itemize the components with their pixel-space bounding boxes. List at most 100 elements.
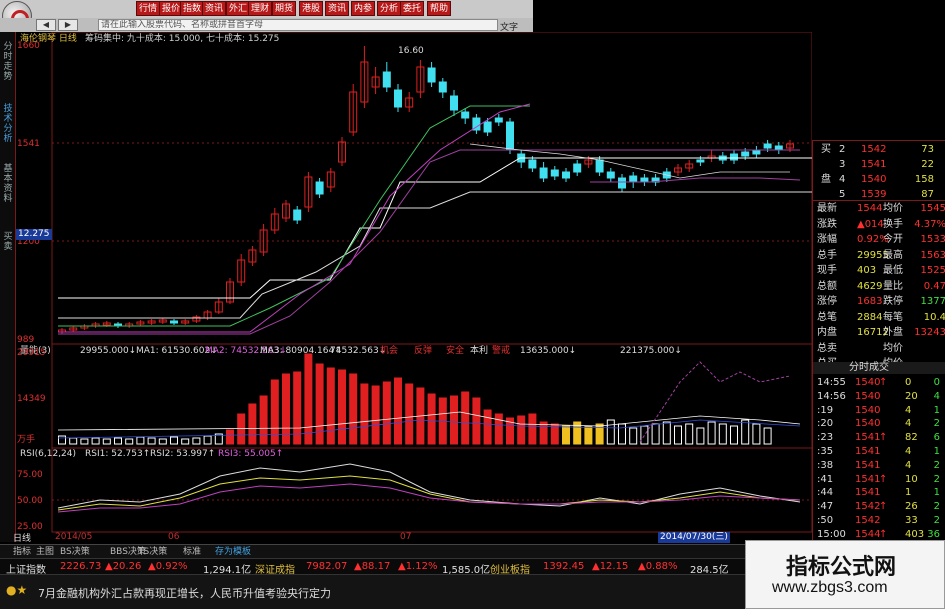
bid-row[interactable]: 买 2 1542 73 — [813, 144, 945, 156]
quote-stat-value: 1545 — [920, 203, 945, 214]
date-box: 2014/07/30(三) — [658, 532, 730, 543]
volume-bar — [595, 423, 604, 445]
rsi-legend-item: RSI(6,12,24) — [20, 449, 76, 459]
rsi-panel-frame — [51, 447, 812, 533]
bid-row[interactable]: 3 1541 22 — [813, 159, 945, 171]
chart-area[interactable]: 海伦钢琴 日线 筹码集中: 九十成本: 15.000, 七十成本: 15.275… — [0, 32, 812, 544]
tick-volume: 4 — [905, 446, 912, 457]
tick-count: 1 — [933, 446, 940, 457]
quote-stat-key: 总手 — [817, 249, 837, 261]
volume-bar — [483, 409, 492, 445]
candle-body — [461, 111, 470, 119]
candle-body — [293, 209, 302, 221]
back-icon[interactable]: ◀ — [36, 19, 56, 31]
toolbar-button[interactable]: 指数 — [180, 1, 205, 16]
toolbar-button[interactable]: 帮助 — [427, 1, 452, 16]
toolbar-button[interactable]: 委托 — [400, 1, 425, 16]
volume-bar — [651, 423, 660, 445]
quote-stat-key: 量比 — [883, 280, 903, 292]
sh-index-pct: ▲0.92% — [148, 561, 188, 572]
watermark-title: 指标公式网 — [786, 555, 897, 580]
divider — [812, 140, 945, 141]
quote-stat-value: 13243 — [914, 327, 945, 338]
volume-bar — [494, 413, 503, 445]
tick-count: 1 — [933, 487, 940, 499]
sz-index-value: 7982.07 — [306, 561, 348, 572]
tick-price: 1542 — [855, 501, 881, 513]
tick-price: 1541 — [855, 473, 881, 485]
quote-stat-row: 涨停 1683 跌停 1377 — [813, 296, 945, 308]
toolbar-button[interactable]: 资讯 — [202, 1, 227, 16]
volume-bar — [752, 423, 761, 445]
volume-bar — [125, 438, 134, 445]
volume-bar — [528, 413, 537, 445]
candle-body — [539, 167, 548, 179]
toolbar-button[interactable]: 外汇 — [226, 1, 251, 16]
kline-chart[interactable] — [0, 32, 812, 544]
volume-bar — [696, 427, 705, 445]
search-input[interactable]: 请在此输入股票代码、名称或拼音首字母 — [98, 19, 498, 31]
quote-stat-key: 现手 — [817, 265, 837, 276]
volume-bar — [80, 438, 89, 445]
bottom-tab[interactable]: 日线 — [10, 533, 34, 546]
bid-level: 4 — [839, 174, 846, 185]
quote-stat-key: 涨停 — [817, 296, 837, 307]
cy-index-change: ▲12.15 — [592, 561, 629, 572]
sz-index-pct: ▲1.12% — [398, 561, 438, 572]
news-headline[interactable]: 7月金融机构外汇占款再现正增长，人民币升值考验央行定力 — [38, 585, 331, 601]
support-line — [58, 191, 812, 319]
candle-body — [394, 89, 402, 108]
candle-body — [752, 149, 761, 155]
tick-count: 2 — [933, 515, 940, 526]
quote-stat-key: 最低 — [883, 265, 903, 276]
volume-bar — [606, 419, 615, 445]
quote-stat-key: 均价 — [883, 342, 903, 354]
candle-body — [730, 153, 738, 161]
tick-volume: 10 — [905, 473, 918, 485]
quote-stat-value: 4.37% — [914, 218, 945, 230]
quote-panel: 买 2 1542 73 3 1541 22 盘 4 1540 158 5 1539 87 最新 1544 均价 1… — [812, 140, 945, 545]
tick-time: :38 — [817, 459, 834, 471]
bid-row[interactable]: 盘 4 1540 158 — [813, 174, 945, 186]
forward-icon[interactable]: ▶ — [58, 19, 78, 31]
volume-bar — [349, 373, 358, 445]
tick-volume: 26 — [905, 501, 918, 513]
tick-price: 1540 — [855, 418, 881, 430]
tick-price: 1540 — [855, 404, 881, 416]
candle-body — [494, 117, 503, 123]
tick-count: 2 — [933, 473, 940, 485]
volume-bar — [192, 437, 201, 445]
toolbar-button[interactable]: 分析 — [377, 1, 402, 16]
volume-bar — [114, 437, 122, 445]
volume-bar — [58, 435, 66, 445]
search-bar: ◀ ▶ 请在此输入股票代码、名称或拼音首字母 文字 — [0, 18, 533, 33]
price-marker: 12.275 — [16, 229, 52, 240]
toolbar-button[interactable]: 行情 — [136, 1, 161, 16]
volume-bar — [685, 423, 694, 445]
toolbar-button[interactable]: 资讯 — [325, 1, 350, 16]
quote-stat-key: 内盘 — [817, 327, 837, 338]
tick-volume: 403 — [905, 528, 925, 540]
volume-bar — [394, 377, 402, 445]
tick-volume: 4 — [905, 418, 912, 430]
tick-price: 1541 — [855, 459, 881, 471]
toolbar-button[interactable]: 港股 — [299, 1, 324, 16]
tick-price: 1540 — [855, 390, 881, 402]
volume-bar — [136, 436, 145, 445]
quote-stat-row: 涨跌 ▲014 换手 4.37% — [813, 219, 945, 231]
quote-stat-value: 1533 — [920, 234, 945, 245]
volume-bar — [382, 381, 391, 445]
toolbar-button[interactable]: 理财 — [248, 1, 273, 16]
quote-stat-row: 现手 403 最低 1525 — [813, 265, 945, 277]
quote-stat-row: 涨幅 0.92% 今开 1533 — [813, 234, 945, 246]
main-toolbar: 行情 报价 指数 资讯 外汇 理财 期货 港股 资讯 内参 分析 委托 帮助 — [0, 0, 533, 31]
toolbar-button[interactable]: 内参 — [351, 1, 376, 16]
volume-bar — [707, 421, 716, 445]
volume-bar — [371, 385, 380, 445]
candle-body — [506, 121, 514, 151]
volume-legend-item: 警戒 — [492, 346, 511, 356]
tick-volume: 4 — [905, 459, 912, 471]
quote-stat-value: 403 — [857, 265, 877, 276]
toolbar-button[interactable]: 期货 — [272, 1, 297, 16]
tick-arrow: ↑ — [879, 501, 888, 513]
